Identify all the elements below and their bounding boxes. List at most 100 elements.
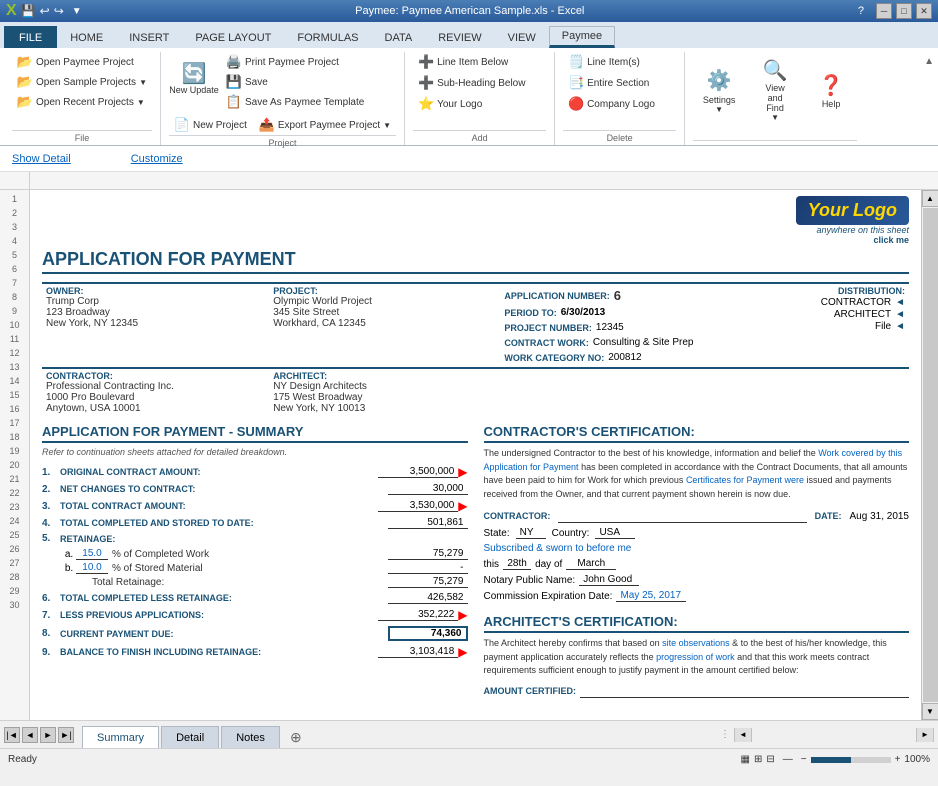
view-find-button[interactable]: 🔍 View andFind ▼ — [749, 56, 801, 124]
save-as-template-button[interactable]: 📋 Save As Paymee Template — [221, 92, 369, 112]
open-recent-projects-button[interactable]: 📂 Open Recent Projects ▼ — [12, 92, 152, 112]
tab-insert[interactable]: INSERT — [116, 26, 182, 48]
sheet-tabs-bar: |◄ ◄ ► ►| Summary Detail Notes ⊕ ⋮ ◄ ► — [0, 720, 938, 748]
line-item-6: 6. TOTAL COMPLETED LESS RETAINAGE: 426,5… — [42, 592, 468, 604]
line-item-8: 8. CURRENT PAYMENT DUE: 74,360 — [42, 626, 468, 641]
page-layout-button[interactable]: ⊞ — [754, 754, 762, 765]
item9-arrow: ▶ — [458, 645, 467, 659]
line-item-1: 1. ORIGINAL CONTRACT AMOUNT: 3,500,000 ▶ — [42, 465, 468, 479]
architect-cert-text: The Architect hereby confirms that based… — [484, 637, 910, 678]
item3-arrow: ▶ — [458, 499, 467, 513]
dist-contractor-row: CONTRACTOR ◄ — [773, 297, 905, 308]
customize-link[interactable]: Customize — [131, 153, 183, 165]
dist-architect: ARCHITECT — [834, 309, 891, 320]
scroll-left-button[interactable]: ◄ — [735, 728, 752, 742]
item7-label: LESS PREVIOUS APPLICATIONS: — [60, 610, 378, 620]
contractor-cert-text: The undersigned Contractor to the best o… — [484, 447, 910, 501]
tab-data[interactable]: DATA — [372, 26, 426, 48]
item3-value: 3,530,000 — [378, 500, 458, 512]
tab-summary[interactable]: Summary — [82, 726, 159, 748]
page-break-button[interactable]: ⊟ — [766, 754, 774, 765]
two-col-layout: APPLICATION FOR PAYMENT - SUMMARY Refer … — [42, 424, 909, 702]
line-item-5: 5. RETAINAGE: — [42, 533, 468, 544]
sheet-nav-prev[interactable]: ◄ — [22, 727, 38, 743]
close-button[interactable]: ✕ — [916, 3, 932, 19]
settings-button[interactable]: ⚙️ Settings ▼ — [693, 56, 745, 124]
show-detail-link[interactable]: Show Detail — [12, 153, 71, 165]
horizontal-scrollbar: ⋮ ◄ ► — [510, 728, 938, 742]
architect-name: NY Design Architects — [273, 381, 492, 392]
retainage-a-label: % of Completed Work — [112, 549, 388, 560]
item7-arrow: ▶ — [458, 608, 467, 622]
retainage-b-pct[interactable]: 10.0 — [76, 562, 108, 574]
item4-value: 501,861 — [388, 517, 468, 529]
customize-qat-button[interactable]: ▼ — [72, 6, 82, 17]
new-project-button[interactable]: 📄 New Project — [169, 115, 252, 135]
delete-entire-section-button[interactable]: 📑 Entire Section — [563, 73, 660, 93]
line-item-below-button[interactable]: ➕ Line Item Below — [413, 52, 530, 72]
zoom-in-button[interactable]: + — [895, 754, 901, 765]
print-paymee-button[interactable]: 🖨️ Print Paymee Project — [221, 52, 369, 72]
restore-button[interactable]: □ — [896, 3, 912, 19]
item5-label: RETAINAGE: — [60, 534, 468, 544]
retainage-b-label: % of Stored Material — [112, 563, 388, 574]
vertical-scrollbar[interactable]: ▲ ▼ — [921, 190, 938, 720]
company-logo-button[interactable]: 🔴 Company Logo — [563, 94, 660, 114]
open-paymee-project-button[interactable]: 📂 Open Paymee Project — [12, 52, 152, 72]
zoom-slider[interactable] — [811, 757, 891, 763]
save-button[interactable]: 💾 Save — [221, 72, 369, 92]
company-logo-icon: ⭐ — [418, 96, 434, 112]
tab-file[interactable]: FILE — [4, 26, 57, 48]
logo-sub1: anywhere on this sheet — [42, 225, 909, 235]
tab-detail[interactable]: Detail — [161, 726, 219, 748]
delete-line-items-button[interactable]: 🗒️ Line Item(s) — [563, 52, 660, 72]
project-name: Olympic World Project — [273, 296, 492, 307]
dist-file: File — [875, 321, 891, 332]
ribbon-group-file: 📂 Open Paymee Project 📂 Open Sample Proj… — [4, 52, 161, 145]
normal-view-button[interactable]: ▦ — [741, 754, 750, 765]
redo-qat-button[interactable]: ↪ — [54, 4, 64, 18]
sheet-nav-first[interactable]: |◄ — [4, 727, 20, 743]
scroll-up-button[interactable]: ▲ — [922, 190, 938, 207]
open-sample-projects-button[interactable]: 📂 Open Sample Projects ▼ — [12, 72, 152, 92]
help-button[interactable]: ❓ Help — [805, 56, 857, 124]
tab-paymee[interactable]: Paymee — [549, 26, 615, 48]
tab-page-layout[interactable]: PAGE LAYOUT — [182, 26, 284, 48]
sub-heading-below-button[interactable]: ➕ Sub-Heading Below — [413, 73, 530, 93]
logo-text: Your Logo — [808, 200, 897, 220]
help-icon[interactable]: ? — [858, 5, 864, 17]
scroll-right-button[interactable]: ► — [916, 728, 933, 742]
tab-formulas[interactable]: FORMULAS — [284, 26, 371, 48]
zoom-out-button[interactable]: − — [801, 754, 807, 765]
dist-file-row: File ◄ — [773, 321, 905, 332]
column-header-row — [0, 172, 938, 190]
h-scroll-track[interactable] — [752, 728, 916, 742]
minimize-button[interactable]: ─ — [876, 3, 892, 19]
save-qat-button[interactable]: 💾 — [21, 4, 36, 18]
zoom-fill — [811, 757, 851, 763]
scroll-down-button[interactable]: ▼ — [922, 703, 938, 720]
retainage-a-pct[interactable]: 15.0 — [76, 548, 108, 560]
sheet-nav-next[interactable]: ► — [40, 727, 56, 743]
tab-view[interactable]: VIEW — [495, 26, 549, 48]
tab-review[interactable]: REVIEW — [425, 26, 494, 48]
add-sheet-button[interactable]: ⊕ — [282, 727, 310, 748]
save-as-icon: 📋 — [226, 94, 242, 110]
architect-addr2: New York, NY 10013 — [273, 403, 492, 414]
line-item-7: 7. LESS PREVIOUS APPLICATIONS: 352,222 ▶ — [42, 608, 468, 622]
contractor-label: CONTRACTOR: — [46, 371, 265, 381]
sheet-navigation: |◄ ◄ ► ►| — [0, 727, 78, 743]
export-project-button[interactable]: 📤 Export Paymee Project ▼ — [254, 115, 396, 135]
tab-home[interactable]: HOME — [57, 26, 116, 48]
tab-notes[interactable]: Notes — [221, 726, 280, 748]
sub-heading-icon: ➕ — [418, 75, 434, 91]
new-update-button[interactable]: 🔄 New Update — [169, 52, 219, 108]
undo-qat-button[interactable]: ↩ — [40, 4, 50, 18]
delete-group-label: Delete — [563, 130, 676, 145]
your-company-logo-button[interactable]: ⭐ Your Logo — [413, 94, 530, 114]
scroll-thumb[interactable] — [923, 208, 938, 702]
logo-area[interactable]: Your Logo anywhere on this sheet click m… — [42, 196, 909, 245]
sheet-nav-last[interactable]: ►| — [58, 727, 74, 743]
owner-label: OWNER: — [46, 286, 265, 296]
ribbon-collapse[interactable]: ▲ — [920, 52, 938, 145]
